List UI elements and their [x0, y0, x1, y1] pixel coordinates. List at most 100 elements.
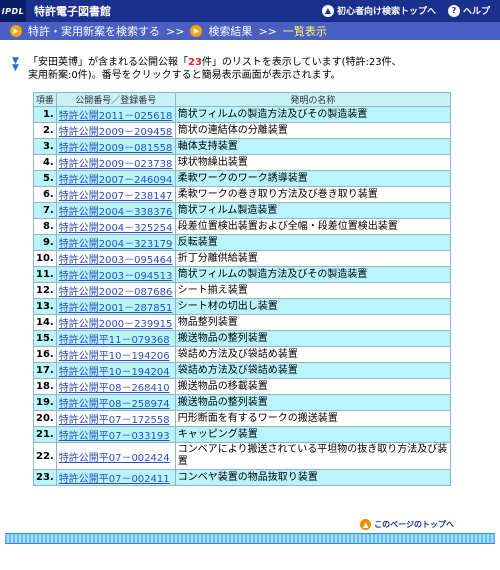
publication-number-link[interactable]: 特許公開2009－081558 — [59, 143, 173, 154]
publication-number-cell: 特許公開平11－079368 — [55, 330, 176, 347]
invention-title: シート材の切出し装置 — [174, 298, 452, 315]
page-top-link[interactable]: ▲ このページのトップへ — [360, 519, 454, 530]
breadcrumb-results[interactable]: 検索結果 — [208, 23, 252, 39]
publication-number-link[interactable]: 特許公開平08－258974 — [59, 399, 170, 410]
invention-title: 筒状フィルム製造装置 — [174, 202, 452, 219]
publication-number-cell: 特許公開2009－209458 — [55, 122, 176, 139]
publication-number-cell: 特許公開2011－025618 — [55, 106, 176, 123]
invention-title: 折丁分離供給装置 — [174, 250, 452, 267]
publication-number-link[interactable]: 特許公開平10－194204 — [59, 367, 170, 378]
table-row: 10. 特許公開2003－095464 折丁分離供給装置 — [33, 250, 452, 267]
table-row: 18. 特許公開平08－268410 搬送物品の移載装置 — [33, 378, 452, 395]
row-number: 18. — [33, 378, 57, 395]
page-top-label: このページのトップへ — [374, 520, 454, 529]
row-number: 20. — [33, 410, 57, 427]
table-row: 11. 特許公開2003－094513 筒状フィルムの製造方法及びその製造装置 — [33, 266, 452, 283]
publication-number-link[interactable]: 特許公開2004－325254 — [59, 223, 173, 234]
invention-title: 段差位置検出装置および全幅・段差位置検出装置 — [174, 218, 452, 235]
publication-number-link[interactable]: 特許公開2002－087686 — [59, 287, 173, 298]
up-arrow-icon: ▲ — [360, 519, 372, 530]
publication-number-link[interactable]: 特許公開平07－172558 — [59, 415, 170, 426]
publication-number-link[interactable]: 特許公開2003－095464 — [59, 255, 173, 266]
row-number: 12. — [33, 282, 57, 299]
up-arrow-icon: ▲ — [321, 4, 334, 17]
invention-title: 柔軟ワークのワーク誘導装置 — [174, 170, 452, 187]
help-icon: ? — [447, 4, 460, 17]
breadcrumb-arrow-icon: ▶ — [10, 25, 22, 37]
double-down-arrow-icon: ▼ ▼ — [12, 56, 19, 73]
invention-title: 搬送物品の整列装置 — [174, 394, 452, 411]
publication-number-cell: 特許公開平07－033193 — [55, 426, 176, 443]
header-links: ▲ 初心者向け検索トップへ ? ヘルプ — [321, 4, 490, 17]
table-row: 17. 特許公開平10－194204 袋詰め方法及び袋詰め装置 — [33, 362, 452, 379]
table-row: 6. 特許公開2007－238147 柔軟ワークの巻き取り方法及び巻き取り装置 — [33, 186, 452, 203]
row-number: 15. — [33, 330, 57, 347]
publication-number-link[interactable]: 特許公開2009－209458 — [59, 127, 173, 138]
invention-title: 反転装置 — [174, 234, 452, 251]
table-row: 9. 特許公開2004－323179 反転装置 — [33, 234, 452, 251]
publication-number-link[interactable]: 特許公開平07－033193 — [59, 431, 170, 442]
app-title: 特許電子図書館 — [34, 5, 111, 18]
publication-number-link[interactable]: 特許公開2009－023738 — [59, 159, 173, 170]
publication-number-link[interactable]: 特許公開平07－002411 — [59, 474, 170, 485]
invention-title: 筒状フィルムの製造方法及びその製造装置 — [174, 266, 452, 283]
table-row: 5. 特許公開2007－246094 柔軟ワークのワーク誘導装置 — [33, 170, 452, 187]
publication-number-link[interactable]: 特許公開2001－287851 — [59, 303, 173, 314]
table-row: 15. 特許公開平11－079368 搬送物品の整列装置 — [33, 330, 452, 347]
beginner-search-top-link[interactable]: ▲ 初心者向け検索トップへ — [321, 4, 436, 17]
publication-number-cell: 特許公開2000－239915 — [55, 314, 176, 331]
invention-title: 搬送物品の移載装置 — [174, 378, 452, 395]
row-number: 4. — [33, 154, 57, 171]
publication-number-link[interactable]: 特許公開2007－246094 — [59, 175, 173, 186]
publication-number-link[interactable]: 特許公開平07－002424 — [59, 453, 170, 464]
table-row: 13. 特許公開2001－287851 シート材の切出し装置 — [33, 298, 452, 315]
table-row: 20. 特許公開平07－172558 円形断面を有するワークの搬送装置 — [33, 410, 452, 427]
invention-title: シート揃え装置 — [174, 282, 452, 299]
row-number: 10. — [33, 250, 57, 267]
row-number: 22. — [33, 442, 57, 470]
table-row: 7. 特許公開2004－338376 筒状フィルム製造装置 — [33, 202, 452, 219]
publication-number-link[interactable]: 特許公開平10－194206 — [59, 351, 170, 362]
row-number: 6. — [33, 186, 57, 203]
help-link[interactable]: ? ヘルプ — [447, 4, 490, 17]
publication-number-cell: 特許公開平07－172558 — [55, 410, 176, 427]
row-number: 19. — [33, 394, 57, 411]
row-number: 16. — [33, 346, 57, 363]
publication-number-link[interactable]: 特許公開2004－338376 — [59, 207, 173, 218]
publication-number-cell: 特許公開平10－194204 — [55, 362, 176, 379]
invention-title: コンベヤ装置の物品抜取り装置 — [174, 469, 452, 486]
publication-number-cell: 特許公開平07－002411 — [55, 469, 176, 486]
table-row: 23. 特許公開平07－002411 コンベヤ装置の物品抜取り装置 — [33, 469, 452, 486]
publication-number-cell: 特許公開平08－258974 — [55, 394, 176, 411]
publication-number-link[interactable]: 特許公開2000－239915 — [59, 319, 173, 330]
table-row: 16. 特許公開平10－194206 袋詰め方法及び袋詰め装置 — [33, 346, 452, 363]
publication-number-cell: 特許公開2004－325254 — [55, 218, 176, 235]
row-number: 9. — [33, 234, 57, 251]
searched-name: 安田英博 — [38, 57, 78, 68]
publication-number-cell: 特許公開2007－238147 — [55, 186, 176, 203]
publication-number-cell: 特許公開2003－094513 — [55, 266, 176, 283]
publication-number-link[interactable]: 特許公開平08－268410 — [59, 383, 170, 394]
publication-number-cell: 特許公開2004－323179 — [55, 234, 176, 251]
breadcrumb-separator: >> — [166, 24, 185, 38]
publication-number-link[interactable]: 特許公開2003－094513 — [59, 271, 173, 282]
publication-number-link[interactable]: 特許公開2004－323179 — [59, 239, 173, 250]
publication-number-cell: 特許公開2007－246094 — [55, 170, 176, 187]
publication-number-cell: 特許公開2004－338376 — [55, 202, 176, 219]
breadcrumb-search[interactable]: 特許・実用新案を検索する — [28, 23, 160, 39]
row-number: 23. — [33, 469, 57, 486]
help-label: ヘルプ — [462, 7, 490, 17]
publication-number-cell: 特許公開平07－002424 — [55, 442, 176, 470]
invention-title: キャッピング装置 — [174, 426, 452, 443]
publication-number-link[interactable]: 特許公開2011－025618 — [59, 111, 173, 122]
results-table: 項番 公開番号／登録番号 発明の名称 1. 特許公開2011－025618 筒状フィ… — [33, 92, 452, 486]
publication-number-cell: 特許公開2009－023738 — [55, 154, 176, 171]
row-number: 14. — [33, 314, 57, 331]
publication-number-link[interactable]: 特許公開2007－238147 — [59, 191, 173, 202]
table-row: 2. 特許公開2009－209458 筒状の連結体の分離装置 — [33, 122, 452, 139]
publication-number-link[interactable]: 特許公開平11－079368 — [59, 335, 170, 346]
breadcrumb-arrow-icon: ▶ — [190, 25, 203, 37]
breadcrumb-list-view: 一覧表示 — [282, 25, 327, 38]
header-top-bar: IPDL 特許電子図書館 ▲ 初心者向け検索トップへ ? ヘルプ — [0, 0, 500, 22]
publication-number-cell: 特許公開2002－087686 — [55, 282, 176, 299]
